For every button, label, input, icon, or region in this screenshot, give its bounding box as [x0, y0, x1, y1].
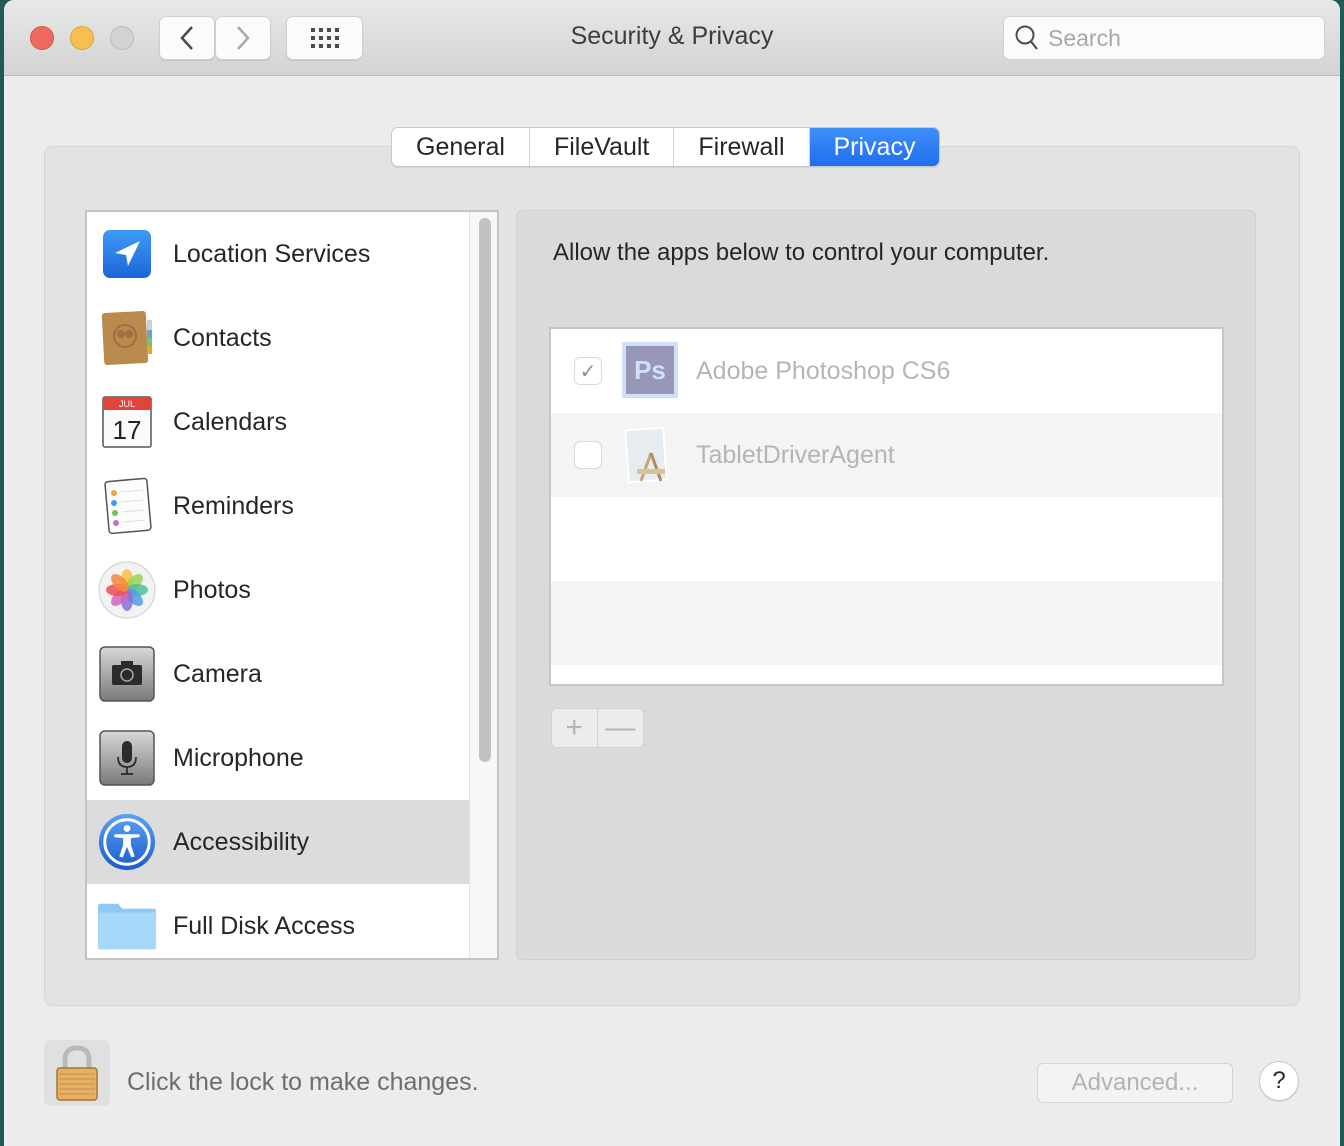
empty-row: [551, 497, 1222, 581]
category-full-disk-access[interactable]: Full Disk Access: [87, 884, 470, 958]
category-list-scrollbar[interactable]: [469, 212, 497, 958]
svg-text:17: 17: [113, 415, 142, 445]
category-photos[interactable]: Photos: [87, 548, 470, 632]
category-location-services[interactable]: Location Services: [87, 212, 470, 296]
svg-text:JUL: JUL: [119, 399, 135, 409]
category-label: Contacts: [173, 323, 272, 352]
category-label: Location Services: [173, 239, 371, 268]
category-label: Photos: [173, 575, 251, 604]
detail-heading: Allow the apps below to control your com…: [553, 239, 1050, 266]
app-name: TabletDriverAgent: [696, 440, 895, 469]
category-label: Camera: [173, 659, 262, 688]
empty-row: [551, 581, 1222, 665]
tab-bar: General FileVault Firewall Privacy: [391, 127, 941, 167]
app-row-photoshop[interactable]: ✓ Ps Adobe Photoshop CS6: [551, 329, 1222, 413]
accessibility-detail-panel: Allow the apps below to control your com…: [516, 210, 1256, 960]
lock-status-text: Click the lock to make changes.: [127, 1068, 479, 1096]
search-icon: [1015, 25, 1038, 50]
calendar-icon: JUL 17: [97, 392, 157, 452]
photos-icon: [97, 560, 157, 620]
category-label: Calendars: [173, 407, 287, 436]
lock-icon: [56, 1045, 98, 1101]
category-accessibility[interactable]: Accessibility: [87, 800, 470, 884]
app-row-tabletdriveragent[interactable]: TabletDriverAgent: [551, 413, 1222, 497]
category-reminders[interactable]: Reminders: [87, 464, 470, 548]
app-checkbox-photoshop[interactable]: ✓: [574, 357, 602, 385]
folder-icon: [97, 896, 157, 956]
category-label: Accessibility: [173, 827, 310, 856]
lock-button[interactable]: [44, 1040, 110, 1106]
checkmark-icon: ✓: [579, 360, 597, 383]
tab-privacy[interactable]: Privacy: [809, 128, 940, 166]
add-remove-control: + —: [551, 708, 644, 748]
tab-firewall[interactable]: Firewall: [674, 128, 810, 166]
advanced-button[interactable]: Advanced...: [1037, 1063, 1233, 1103]
search-field[interactable]: [1003, 16, 1325, 60]
category-label: Reminders: [173, 491, 294, 520]
search-input[interactable]: [1048, 24, 1308, 52]
contacts-icon: [97, 308, 157, 368]
help-button[interactable]: ?: [1259, 1061, 1299, 1101]
microphone-icon: [97, 728, 157, 788]
category-label: Microphone: [173, 743, 304, 772]
app-name: Adobe Photoshop CS6: [696, 356, 951, 385]
camera-icon: [97, 644, 157, 704]
category-contacts[interactable]: Contacts: [87, 296, 470, 380]
app-checkbox-tabletdriveragent[interactable]: [574, 441, 602, 469]
tab-general[interactable]: General: [392, 128, 530, 166]
photoshop-icon: Ps: [621, 341, 678, 401]
category-calendars[interactable]: JUL 17 Calendars: [87, 380, 470, 464]
location-icon: [97, 224, 157, 284]
svg-text:Ps: Ps: [634, 355, 666, 385]
category-label: Full Disk Access: [173, 911, 355, 940]
security-privacy-window: Security & Privacy General FileVault Fir…: [4, 0, 1340, 1146]
category-camera[interactable]: Camera: [87, 632, 470, 716]
application-icon: [621, 425, 677, 485]
remove-app-button[interactable]: —: [598, 709, 644, 747]
add-app-button[interactable]: +: [552, 709, 598, 747]
reminders-icon: [97, 476, 157, 536]
privacy-category-list[interactable]: Location Services Contacts JUL 17 Calenda…: [85, 210, 499, 960]
title-bar: Security & Privacy: [4, 0, 1340, 76]
scrollbar-thumb[interactable]: [479, 218, 491, 762]
tab-filevault[interactable]: FileVault: [530, 128, 675, 166]
accessibility-icon: [97, 812, 157, 872]
category-microphone[interactable]: Microphone: [87, 716, 470, 800]
allowed-apps-list[interactable]: ✓ Ps Adobe Photoshop CS6 TabletDriverAge…: [549, 327, 1224, 686]
